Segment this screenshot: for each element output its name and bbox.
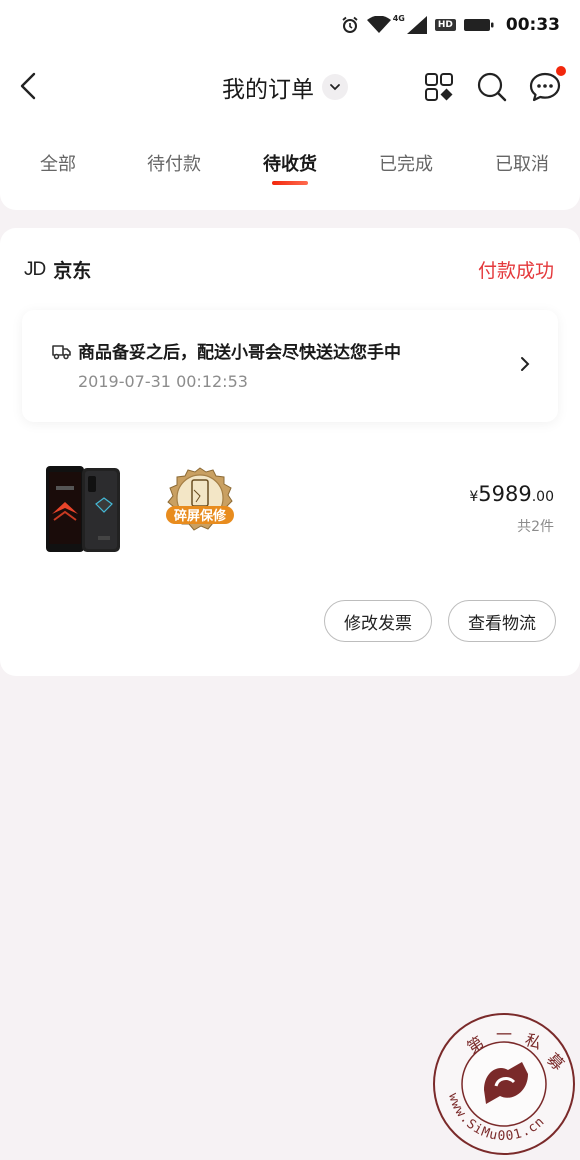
order-tabs: 全部 待付款 待收货 已完成 已取消	[0, 150, 580, 190]
chevron-down-icon	[322, 74, 348, 100]
back-icon[interactable]	[14, 68, 46, 104]
battery-icon	[463, 19, 494, 31]
tab-label: 待收货	[263, 154, 317, 175]
hd-badge: HD	[434, 19, 456, 31]
watermark-stamp-logo: 第 一 私 募 www.SiMu001.cn	[433, 1013, 575, 1155]
price-integer: 5989	[478, 482, 532, 506]
page-title: 我的订单	[222, 77, 314, 103]
price-currency: ¥	[469, 489, 479, 505]
delivery-message: 商品备妥之后，配送小哥会尽快送达您手中	[78, 343, 401, 363]
header: 我的订单 全部 待付款 待收货 已完成 已取消	[0, 50, 580, 210]
network-type: 4G	[392, 13, 405, 23]
shop-header[interactable]: JD 京东	[24, 256, 91, 283]
screen-warranty-badge-icon[interactable]: 碎屏保修	[160, 466, 240, 538]
tab-all[interactable]: 全部	[8, 150, 108, 176]
tab-label: 全部	[40, 154, 76, 175]
status-bar: 4G HD 00:33	[0, 0, 580, 50]
warranty-label: 碎屏保修	[174, 508, 227, 524]
modify-invoice-button[interactable]: 修改发票	[324, 600, 432, 642]
order-list-page: 4G HD 00:33 我的订单 全部 待付款 待收货 已完成 已取消 JD 京…	[0, 0, 580, 1160]
tab-label: 待付款	[147, 154, 201, 175]
item-count: 共2件	[517, 519, 554, 535]
delivery-info[interactable]: 商品备妥之后，配送小哥会尽快送达您手中 2019-07-31 00:12:53	[22, 310, 558, 422]
tab-label: 已取消	[495, 154, 549, 175]
price-decimal: .00	[531, 489, 554, 505]
signal-icon	[406, 16, 427, 34]
jd-logo: JD	[24, 258, 46, 280]
order-status: 付款成功	[477, 260, 554, 282]
wifi-icon	[366, 16, 391, 33]
active-tab-indicator	[272, 181, 308, 185]
shop-name: 京东	[53, 260, 92, 282]
watermark-char: 一	[496, 1025, 512, 1044]
search-icon[interactable]	[475, 70, 509, 104]
tab-pending-receipt[interactable]: 待收货	[240, 150, 340, 185]
product-image[interactable]	[44, 464, 124, 556]
tab-pending-payment[interactable]: 待付款	[124, 150, 224, 176]
order-price: ¥5989.00	[469, 482, 554, 506]
clock: 00:33	[505, 15, 560, 35]
chat-icon	[529, 72, 561, 102]
status-icons: 4G HD 00:33	[341, 12, 560, 38]
notification-dot	[556, 66, 566, 76]
message-button[interactable]	[528, 66, 566, 104]
tab-completed[interactable]: 已完成	[356, 150, 456, 176]
truck-icon	[52, 345, 71, 360]
chevron-right-icon	[521, 357, 530, 371]
title-dropdown[interactable]: 我的订单	[222, 70, 348, 104]
alarm-icon	[342, 16, 358, 33]
order-card[interactable]: JD 京东 付款成功 商品备妥之后，配送小哥会尽快送达您手中 2019-07-3…	[0, 228, 580, 676]
view-logistics-button[interactable]: 查看物流	[448, 600, 556, 642]
tab-label: 已完成	[379, 154, 433, 175]
tab-cancelled[interactable]: 已取消	[472, 150, 572, 176]
category-grid-icon[interactable]	[422, 70, 456, 104]
delivery-timestamp: 2019-07-31 00:12:53	[78, 372, 248, 391]
